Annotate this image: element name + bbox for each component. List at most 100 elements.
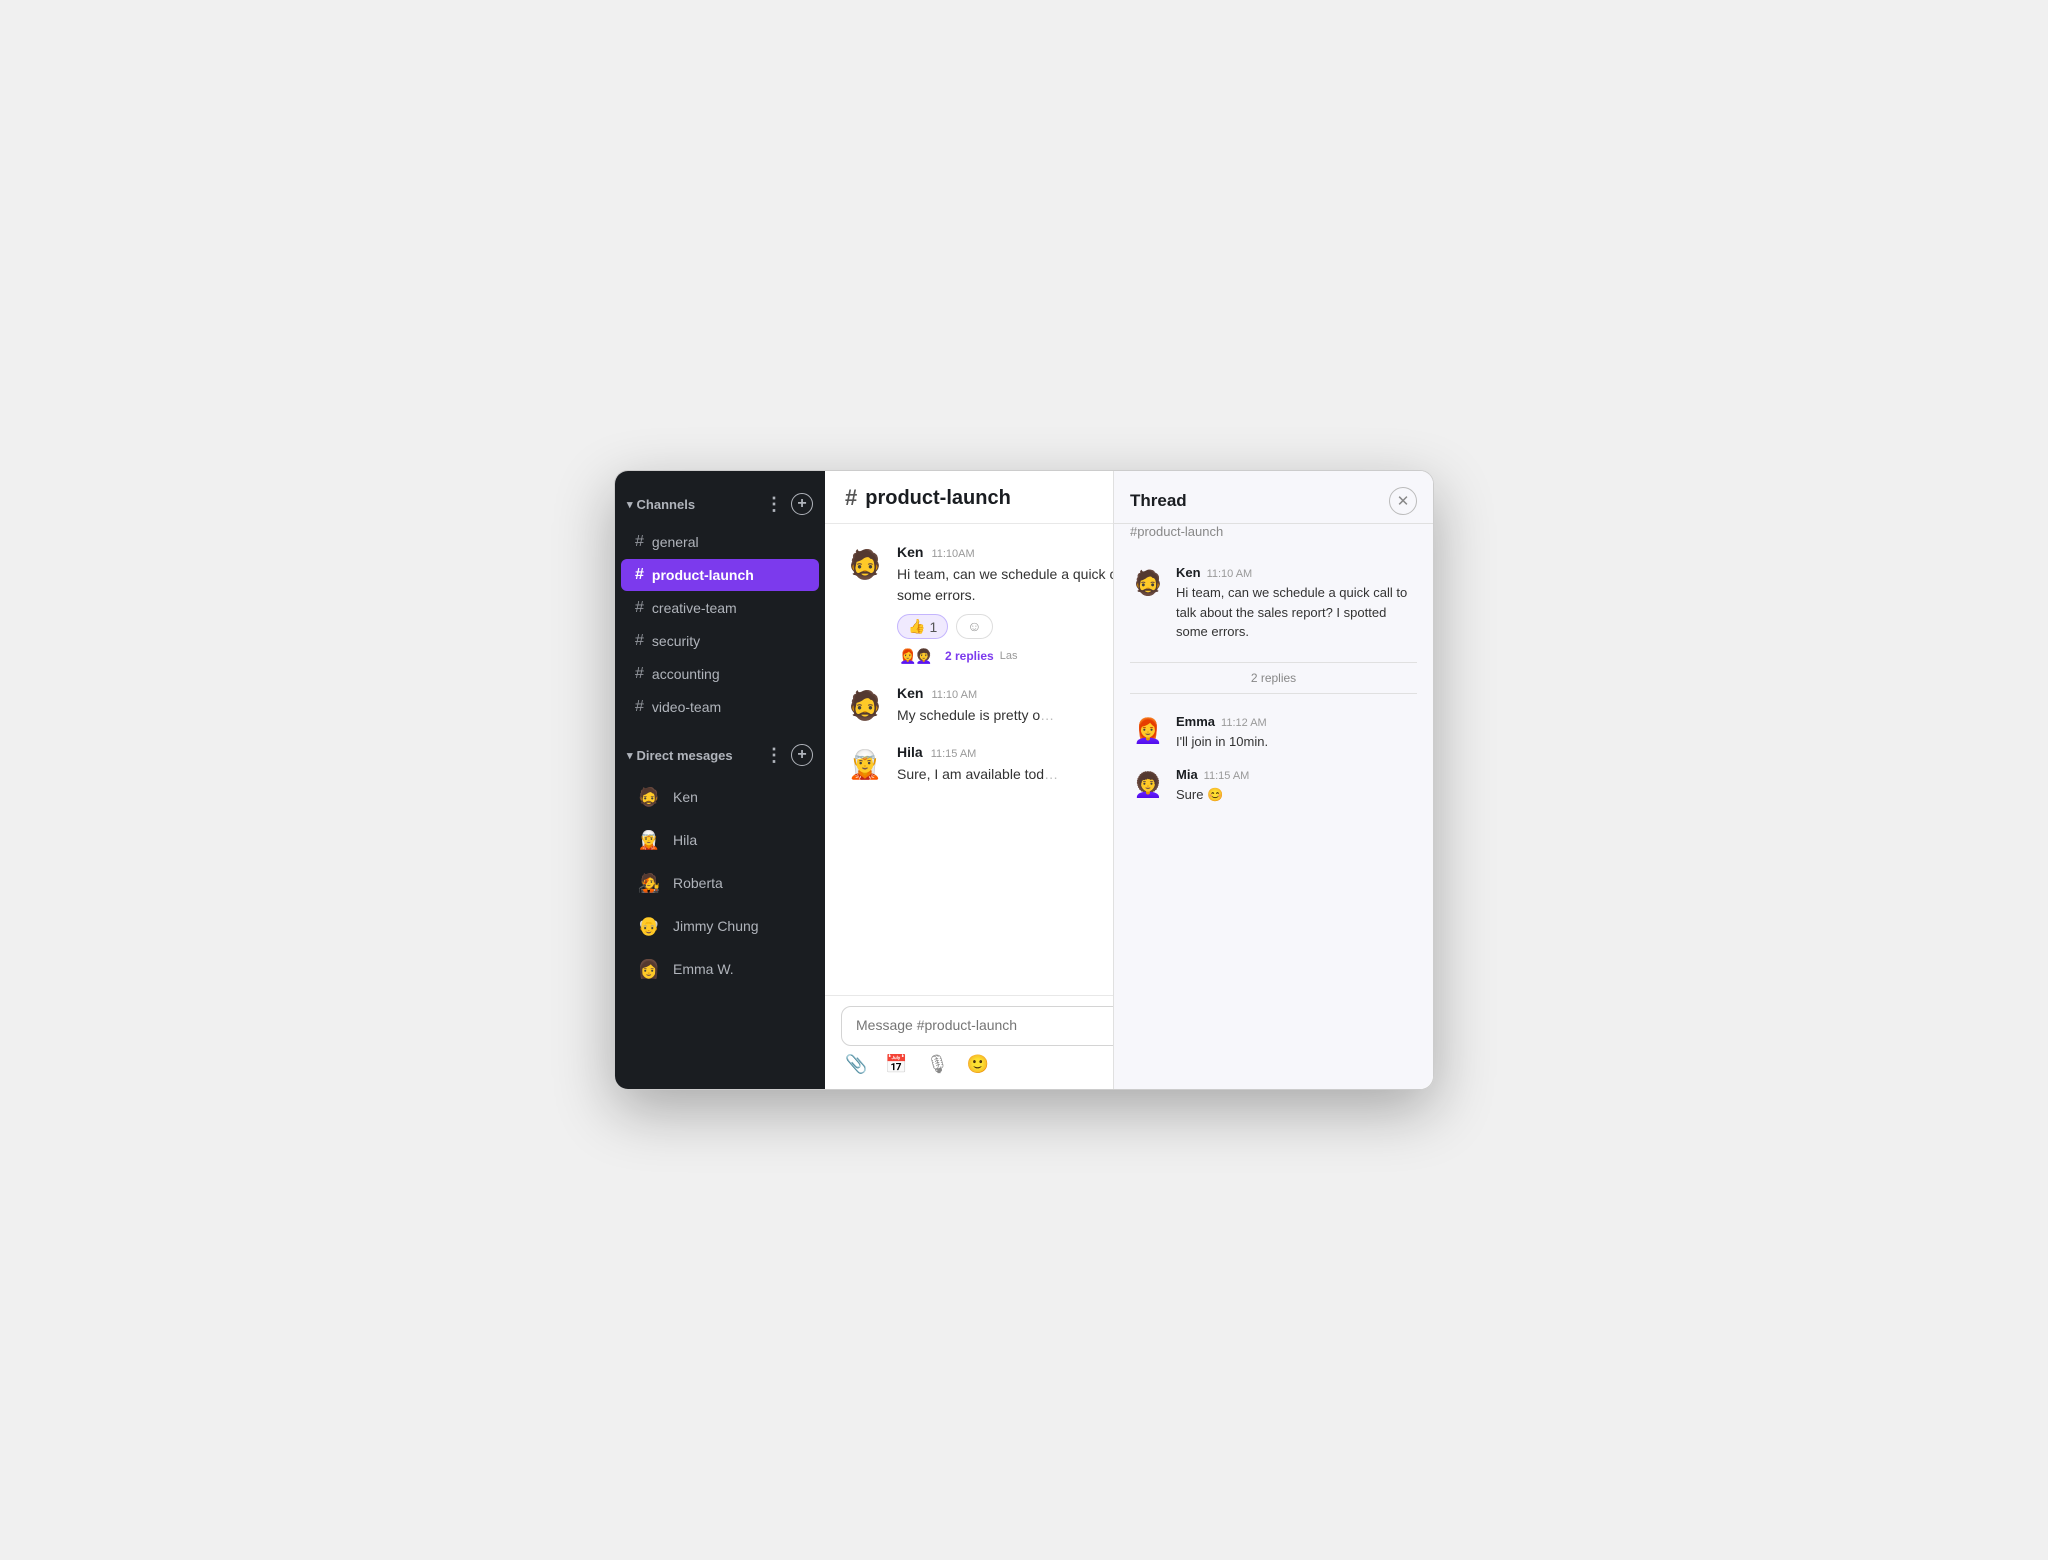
avatar-ken-msg1: 🧔 — [845, 544, 885, 584]
dm-section-title-group: ▾ Direct mesages — [627, 748, 733, 763]
thread-original-header: Ken 11:10 AM — [1176, 565, 1417, 580]
thumbsup-emoji: 👍 — [908, 618, 925, 635]
thread-reply-1-avatar: 👩‍🦰 — [1130, 714, 1166, 750]
dm-section: ▾ Direct mesages ⋮ + 🧔 Ken 🧝 Hila — [615, 738, 825, 991]
thread-replies-divider: 2 replies — [1130, 662, 1417, 694]
dm-label-roberta: Roberta — [673, 875, 723, 891]
dm-item-roberta[interactable]: 🧑‍🎤 Roberta — [621, 862, 819, 904]
thread-reply-1-header: Emma 11:12 AM — [1176, 714, 1268, 729]
dm-item-ken[interactable]: 🧔 Ken — [621, 776, 819, 818]
thread-reply-1: 👩‍🦰 Emma 11:12 AM I'll join in 10min. — [1130, 714, 1417, 752]
channel-label-general: general — [652, 534, 699, 550]
thread-original-author: Ken — [1176, 565, 1201, 580]
dm-list: 🧔 Ken 🧝 Hila 🧑‍🎤 Roberta 👴 Jimmy Chung 👩 — [615, 776, 825, 990]
sidebar-item-accounting[interactable]: # accounting — [621, 658, 819, 690]
thread-panel: Thread ✕ #product-launch 🧔 Ken 11:10 AM … — [1113, 471, 1433, 1089]
avatar-ken: 🧔 — [635, 783, 663, 811]
sidebar-item-general[interactable]: # general — [621, 526, 819, 558]
thread-reply-1-content: Emma 11:12 AM I'll join in 10min. — [1176, 714, 1268, 752]
channel-name: product-launch — [865, 487, 1011, 510]
thread-avatar-2: 👩‍🦱 — [913, 645, 935, 667]
channels-more-icon[interactable]: ⋮ — [763, 494, 785, 515]
attachment-icon[interactable]: 📎 — [845, 1054, 867, 1075]
channels-section-title-group: ▾ Channels — [627, 497, 695, 512]
dm-section-label: Direct mesages — [637, 748, 733, 763]
thread-reply-2-time: 11:15 AM — [1204, 770, 1250, 782]
sidebar-item-creative-team[interactable]: # creative-team — [621, 592, 819, 624]
message-3-author: Hila — [897, 744, 923, 760]
dm-add-icon[interactable]: + — [791, 744, 813, 766]
sidebar-item-video-team[interactable]: # video-team — [621, 691, 819, 723]
channel-label-security: security — [652, 633, 700, 649]
mic-icon[interactable]: 🎙 — [926, 1054, 949, 1075]
hash-icon: # — [635, 566, 644, 584]
channels-chevron-icon: ▾ — [627, 498, 633, 511]
channel-list: # general # product-launch # creative-te… — [615, 525, 825, 724]
thread-original-content: Ken 11:10 AM Hi team, can we schedule a … — [1176, 565, 1417, 642]
dm-section-header[interactable]: ▾ Direct mesages ⋮ + — [615, 738, 825, 772]
channel-label-creative-team: creative-team — [652, 600, 737, 616]
thread-reply-2-content: Mia 11:15 AM Sure 😊 — [1176, 767, 1249, 805]
hash-icon: # — [635, 533, 644, 551]
thread-channel-name: #product-launch — [1114, 524, 1433, 549]
reaction-thumbsup[interactable]: 👍 1 — [897, 614, 948, 639]
dm-label-ken: Ken — [673, 789, 698, 805]
dm-label-hila: Hila — [673, 832, 697, 848]
thread-messages: 🧔 Ken 11:10 AM Hi team, can we schedule … — [1114, 549, 1433, 1089]
message-3-time: 11:15 AM — [931, 748, 977, 760]
thread-reply-2-avatar: 👩‍🦱 — [1130, 767, 1166, 803]
avatar-jimmy-chung: 👴 — [635, 912, 663, 940]
thread-reply-count: 2 replies — [945, 649, 994, 663]
thread-avatars: 👩‍🦰 👩‍🦱 — [897, 645, 929, 667]
thread-original-message: 🧔 Ken 11:10 AM Hi team, can we schedule … — [1130, 565, 1417, 642]
main-content: # product-launch 📹 📞 👥 15 🧔 Ken — [825, 471, 1433, 1089]
channel-label-video-team: video-team — [652, 699, 721, 715]
sidebar-item-product-launch[interactable]: # product-launch — [621, 559, 819, 591]
channels-section-actions: ⋮ + — [763, 493, 813, 515]
dm-item-jimmy-chung[interactable]: 👴 Jimmy Chung — [621, 905, 819, 947]
thread-panel-header: Thread ✕ — [1114, 471, 1433, 524]
emoji-icon[interactable]: 🙂 — [967, 1054, 989, 1075]
hash-icon: # — [635, 698, 644, 716]
reaction-count: 1 — [929, 619, 937, 635]
message-2-time: 11:10 AM — [931, 689, 977, 701]
dm-item-emma-w[interactable]: 👩 Emma W. — [621, 948, 819, 990]
thread-reply-1-text: I'll join in 10min. — [1176, 732, 1268, 752]
thread-reply-2-text: Sure 😊 — [1176, 785, 1249, 805]
thread-close-button[interactable]: ✕ — [1389, 487, 1417, 515]
channel-hash-icon: # — [845, 485, 857, 511]
dm-more-icon[interactable]: ⋮ — [763, 745, 785, 766]
thread-reply-2-author: Mia — [1176, 767, 1198, 782]
avatar-hila-msg3: 🧝 — [845, 744, 885, 784]
avatar-emma-w: 👩 — [635, 955, 663, 983]
hash-icon: # — [635, 599, 644, 617]
thread-reply-2: 👩‍🦱 Mia 11:15 AM Sure 😊 — [1130, 767, 1417, 805]
dm-item-hila[interactable]: 🧝 Hila — [621, 819, 819, 861]
dm-label-jimmy-chung: Jimmy Chung — [673, 918, 759, 934]
thread-panel-title: Thread — [1130, 491, 1187, 511]
thread-original-avatar: 🧔 — [1130, 565, 1166, 601]
sidebar-item-security[interactable]: # security — [621, 625, 819, 657]
thread-reply-2-header: Mia 11:15 AM — [1176, 767, 1249, 782]
hash-icon: # — [635, 632, 644, 650]
thread-last-label: Las — [1000, 650, 1018, 662]
add-reaction-btn[interactable]: ☺ — [956, 614, 992, 639]
sidebar: ▾ Channels ⋮ + # general # product-launc… — [615, 471, 825, 1089]
channels-section-header[interactable]: ▾ Channels ⋮ + — [615, 487, 825, 521]
channels-add-icon[interactable]: + — [791, 493, 813, 515]
avatar-roberta: 🧑‍🎤 — [635, 869, 663, 897]
thread-original-time: 11:10 AM — [1207, 568, 1253, 580]
calendar-icon[interactable]: 📅 — [885, 1054, 907, 1075]
thread-reply-1-time: 11:12 AM — [1221, 717, 1267, 729]
hash-icon: # — [635, 665, 644, 683]
dm-chevron-icon: ▾ — [627, 749, 633, 762]
channel-label-product-launch: product-launch — [652, 567, 754, 583]
thread-original-text: Hi team, can we schedule a quick call to… — [1176, 583, 1417, 642]
channel-title: # product-launch — [845, 485, 1011, 511]
avatar-ken-msg2: 🧔 — [845, 685, 885, 725]
channels-section-label: Channels — [637, 497, 696, 512]
dm-section-actions: ⋮ + — [763, 744, 813, 766]
message-2-author: Ken — [897, 685, 923, 701]
message-1-time: 11:10AM — [931, 548, 974, 560]
channel-label-accounting: accounting — [652, 666, 720, 682]
